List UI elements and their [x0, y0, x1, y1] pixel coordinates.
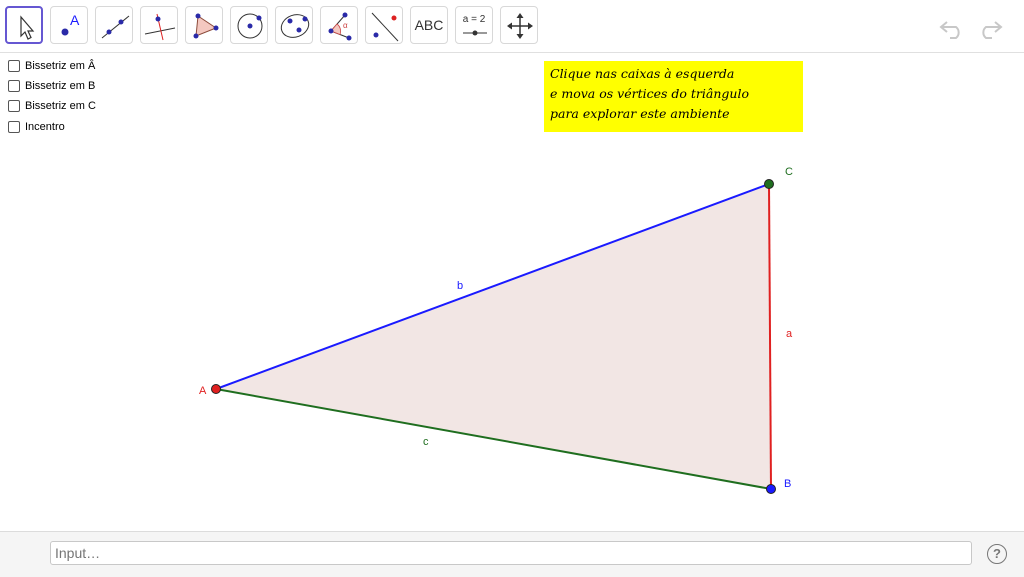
vertex-b-label: B: [784, 478, 791, 490]
angle-tool-button[interactable]: α: [320, 6, 358, 44]
input-bar: ?: [0, 531, 1024, 577]
point-tool-label: A: [70, 12, 80, 28]
angle-icon: [328, 12, 352, 41]
undo-icon[interactable]: [938, 14, 968, 40]
circle-icon: [237, 13, 263, 39]
point-tool-button[interactable]: A: [50, 6, 88, 44]
line-tool-button[interactable]: [95, 6, 133, 44]
perpendicular-line-tool-button[interactable]: [140, 6, 178, 44]
text-icon: ABC: [414, 17, 444, 33]
help-icon[interactable]: ?: [987, 544, 1007, 564]
ellipse-icon: [280, 14, 310, 38]
reflect-tool-button[interactable]: [365, 6, 403, 44]
polygon-tool-button[interactable]: [185, 6, 223, 44]
vertex-c[interactable]: [764, 179, 774, 189]
graphics-view[interactable]: b c a A B C: [0, 53, 1024, 531]
side-a-label: a: [786, 328, 793, 340]
polygon-icon: [193, 13, 219, 39]
move-arrows-icon: [507, 13, 533, 39]
move-tool-button[interactable]: [5, 6, 43, 44]
vertex-a[interactable]: [211, 384, 221, 394]
reflect-icon: [371, 12, 399, 42]
angle-tool-label: α: [343, 21, 348, 30]
vertex-c-label: C: [785, 166, 793, 178]
toolbar: A α ABC a = 2: [0, 0, 1024, 53]
slider-tool-button[interactable]: a = 2: [455, 6, 493, 44]
cursor-arrow-icon: [20, 15, 35, 40]
algebra-input[interactable]: [50, 541, 972, 565]
triangle-fill[interactable]: [216, 184, 771, 489]
vertex-a-label: A: [199, 385, 207, 397]
move-graphics-tool-button[interactable]: [500, 6, 538, 44]
ellipse-tool-button[interactable]: [275, 6, 313, 44]
vertex-b[interactable]: [766, 484, 776, 494]
text-tool-button[interactable]: ABC: [410, 6, 448, 44]
redo-icon[interactable]: [974, 14, 1004, 40]
side-b-label: b: [457, 280, 463, 292]
side-c-label: c: [423, 436, 429, 448]
line-icon: [101, 15, 130, 39]
circle-tool-button[interactable]: [230, 6, 268, 44]
slider-icon: [463, 30, 487, 36]
perpendicular-line-icon: [144, 13, 176, 41]
